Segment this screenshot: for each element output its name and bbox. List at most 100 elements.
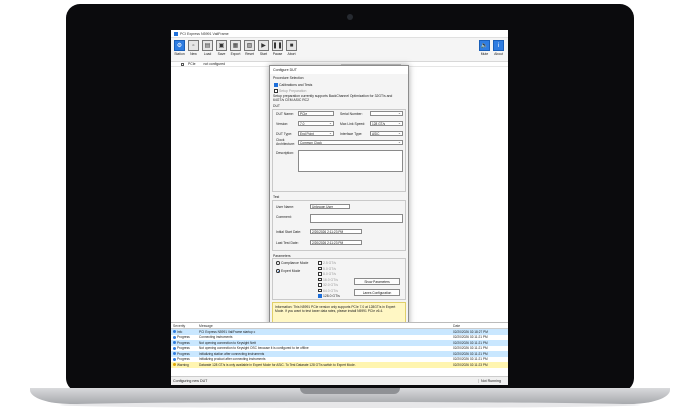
setup-prep-checkbox[interactable] (274, 89, 278, 93)
log-severity: Progress (177, 346, 190, 351)
app-icon (174, 31, 178, 36)
log-panel: Severity Message Date Info PCI Express N… (171, 322, 508, 375)
lanes-configuration-button[interactable]: Lanes Configuration (354, 289, 400, 296)
severity-column-header[interactable]: Severity (171, 324, 199, 328)
speed-label-5: 64.0 GT/s (323, 288, 338, 293)
speed-checkbox-0[interactable] (318, 261, 322, 265)
config-checkbox[interactable] (181, 62, 184, 66)
calibrations-checkbox[interactable] (274, 83, 278, 87)
log-row[interactable]: Progress Initializing product after conn… (171, 357, 508, 363)
config-status: not configured (203, 62, 226, 66)
log-message: Datarate 128 GT/s is only available in E… (199, 362, 356, 367)
date-column-header[interactable]: Date (453, 324, 508, 328)
interface-select[interactable]: ASIC (370, 131, 403, 136)
show-parameters-button[interactable]: Show Parameters (354, 278, 400, 285)
speed-label-4: 32.0 GT/s (323, 283, 338, 287)
log-row[interactable]: Progress Connecting instruments 02/20/20… (171, 335, 508, 341)
log-severity: Progress (177, 351, 190, 356)
setup-note: Setup preparation currently supports Bac… (273, 94, 393, 102)
compliance-mode-radio[interactable] (276, 261, 280, 265)
window-title: PCI Express N5991 ValiFrame (180, 31, 229, 36)
log-date: 02/20/2026 02:11:21 PM (453, 335, 488, 340)
comment-label: Comment: (276, 215, 292, 219)
description-field[interactable] (298, 150, 403, 172)
window-titlebar: PCI Express N5991 ValiFrame (171, 30, 508, 38)
abort-button[interactable]: ■ Abort (285, 40, 298, 56)
log-message: Connecting instruments (199, 335, 233, 340)
progress-icon (173, 335, 176, 339)
log-message: Not opening connection to Keysight Nett (199, 340, 256, 345)
log-message: PCI Express N5991 ValiFrame startup c (199, 329, 256, 334)
speed-checkbox-1[interactable] (318, 266, 322, 270)
reset-icon: ▧ (244, 40, 255, 51)
compliance-mode-label: Compliance Mode (281, 261, 309, 265)
run-state: Not Running (478, 379, 508, 383)
dut-type-label: DUT Type: (276, 132, 293, 136)
log-message: Initializing station after connecting in… (199, 351, 265, 356)
info-icon: i (493, 40, 504, 51)
warning-icon (173, 363, 176, 367)
speed-checkbox-3[interactable] (318, 277, 322, 281)
dut-type-select[interactable]: End Point (298, 131, 334, 136)
start-button[interactable]: ▶ Start (257, 40, 270, 56)
user-name-label: User Name: (276, 205, 295, 209)
max-speed-select[interactable]: 128 GT/s (370, 121, 403, 126)
log-severity: Progress (177, 357, 190, 362)
progress-icon (173, 346, 176, 350)
export-button[interactable]: ▦ Export (229, 40, 242, 56)
serial-label: Serial Number: (340, 112, 363, 116)
reset-button[interactable]: ▧ Reset (243, 40, 256, 56)
start-icon: ▶ (258, 40, 269, 51)
app-window: PCI Express N5991 ValiFrame ⚙ Station ▫ Ne… (171, 30, 508, 385)
last-test-field[interactable]: 2/20/2026 2:11:23 PM (310, 240, 362, 245)
log-severity: Progress (177, 335, 190, 340)
expert-mode-radio[interactable] (276, 269, 280, 273)
save-icon: ▣ (216, 40, 227, 51)
camera-dot (347, 14, 353, 20)
description-label: Description: (276, 151, 294, 155)
log-severity: Info (177, 329, 183, 334)
log-severity: Progress (177, 340, 190, 345)
export-icon: ▦ (230, 40, 241, 51)
log-row[interactable]: Info PCI Express N5991 ValiFrame startup… (171, 329, 508, 335)
serial-field[interactable] (370, 111, 403, 116)
pause-button[interactable]: ❚❚ Pause (271, 40, 284, 56)
speed-checkbox-6[interactable] (318, 294, 322, 298)
station-button[interactable]: ⚙ Station (173, 40, 186, 56)
speed-label-0: 2.5 GT/s (323, 261, 337, 265)
abort-icon: ■ (286, 40, 297, 51)
mute-button[interactable]: 🔈 Mute (478, 40, 491, 56)
comment-field[interactable] (310, 214, 403, 223)
load-icon: ▤ (202, 40, 213, 51)
about-button[interactable]: i About (492, 40, 505, 56)
version-select[interactable]: 7.0 (298, 121, 334, 126)
dut-name-label: DUT Name: (276, 112, 294, 116)
dut-heading: DUT (273, 104, 280, 108)
log-row[interactable]: Progress Not opening connection to Keysi… (171, 340, 508, 346)
progress-icon (173, 341, 176, 345)
new-icon: ▫ (188, 40, 199, 51)
speed-checkbox-5[interactable] (318, 288, 322, 292)
log-date: 02/20/2026 02:11:21 PM (453, 351, 488, 356)
initial-start-field[interactable]: 2/20/2026 2:11:23 PM (310, 229, 362, 234)
pcie-label: PCIe (188, 62, 196, 66)
message-column-header[interactable]: Message (199, 324, 453, 328)
log-row[interactable]: Warning Datarate 128 GT/s is only availa… (171, 362, 508, 368)
log-date: 02/20/2026 02:11:21 PM (453, 340, 488, 345)
speed-checkbox-4[interactable] (318, 283, 322, 287)
clock-select[interactable]: Common Clock (298, 140, 403, 145)
laptop-notch (300, 388, 400, 394)
load-button[interactable]: ▤ Load (201, 40, 214, 56)
log-date: 02/20/2026 02:11:21 PM (453, 346, 488, 351)
log-row[interactable]: Progress Initializing station after conn… (171, 351, 508, 357)
interface-label: Interface Type: (340, 132, 363, 136)
speed-label-2: 8.0 GT/s (323, 272, 337, 276)
user-name-field[interactable]: Unknown User (310, 204, 350, 209)
new-button[interactable]: ▫ New (187, 40, 200, 56)
speed-label-6: 128.0 GT/s (323, 294, 340, 298)
speed-checkbox-2[interactable] (318, 272, 322, 276)
log-row[interactable]: Progress Not opening connection to Keysi… (171, 346, 508, 352)
test-heading: Test (273, 195, 280, 199)
save-button[interactable]: ▣ Save (215, 40, 228, 56)
dut-name-field[interactable]: PCIe (298, 111, 334, 116)
